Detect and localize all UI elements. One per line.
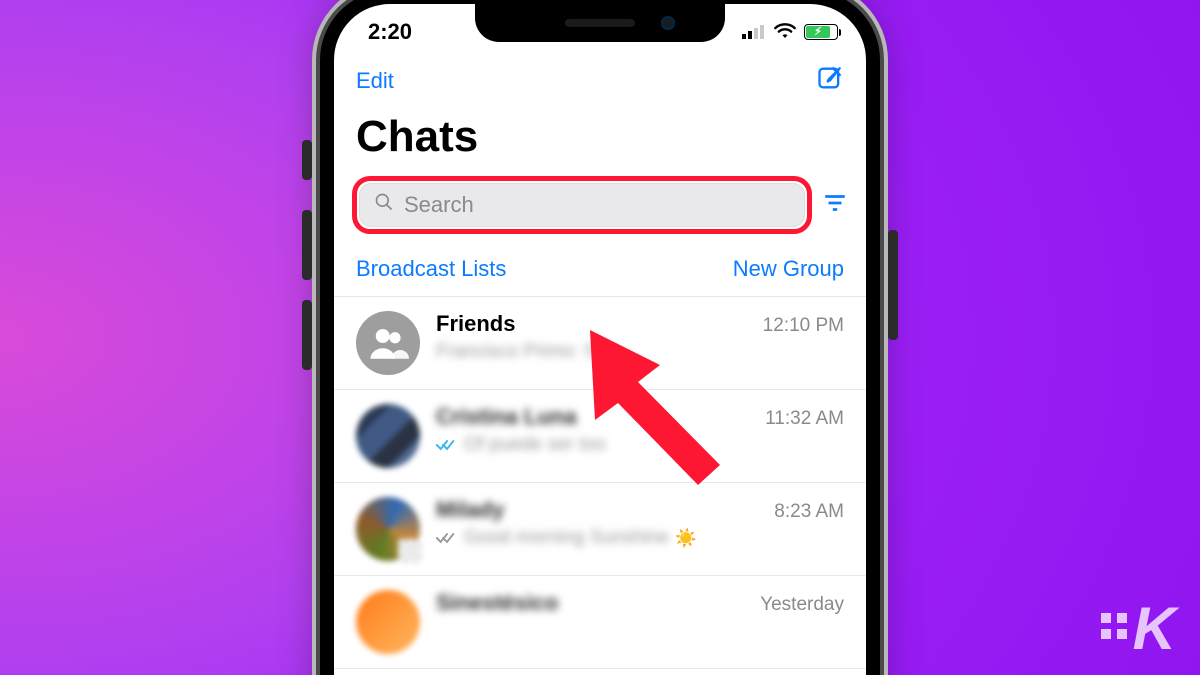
chat-row[interactable]: Sinestésico Yesterday (334, 576, 866, 669)
chat-row[interactable]: Milady 8:23 AM Good morning Sunshine ☀️ (334, 483, 866, 576)
edit-button[interactable]: Edit (356, 68, 394, 94)
watermark-dots-icon (1101, 613, 1127, 639)
filter-icon[interactable] (822, 190, 848, 221)
chat-name: Sinestésico (436, 590, 558, 616)
chat-time: 11:32 AM (765, 408, 844, 430)
chat-row[interactable]: Friends 12:10 PM Francisco Primo: Sti… (334, 297, 866, 390)
volume-down-button (302, 300, 312, 370)
mute-switch (302, 140, 312, 180)
screen-title: Chats (334, 108, 866, 176)
avatar (356, 590, 420, 654)
nav-bar: Edit (334, 50, 866, 108)
chat-name: Friends (436, 311, 515, 337)
annotation-highlight-box: Search (352, 176, 812, 234)
status-time: 2:20 (368, 19, 412, 45)
chat-content: Friends 12:10 PM Francisco Primo: Sti… (436, 311, 844, 363)
watermark-letter: K (1133, 605, 1176, 653)
chat-time: 12:10 PM (763, 315, 844, 337)
chat-preview: Good morning Sunshine (464, 527, 669, 549)
volume-up-button (302, 210, 312, 280)
new-group-button[interactable]: New Group (733, 256, 844, 282)
sub-actions: Broadcast Lists New Group (334, 248, 866, 297)
search-row: Search (334, 176, 866, 248)
phone-frame: 2:20 ⚡︎ Edit Chats Search (320, 0, 880, 675)
search-icon (374, 192, 394, 218)
chat-time: 8:23 AM (774, 501, 844, 523)
avatar-group-icon (356, 311, 420, 375)
delivered-ticks-icon (436, 531, 458, 545)
avatar (356, 497, 420, 561)
chat-content: Cristina Luna 11:32 AM Of puede ser too (436, 404, 844, 456)
chat-preview: Francisco Primo: Sti… (436, 341, 625, 363)
battery-icon: ⚡︎ (804, 24, 838, 40)
chat-name: Cristina Luna (436, 404, 577, 430)
chat-row[interactable]: Cristina Luna 11:32 AM Of puede ser too (334, 390, 866, 483)
search-placeholder: Search (404, 192, 474, 218)
power-button (888, 230, 898, 340)
chat-content: Milady 8:23 AM Good morning Sunshine ☀️ (436, 497, 844, 549)
cellular-icon (742, 19, 766, 45)
avatar (356, 404, 420, 468)
broadcast-lists-button[interactable]: Broadcast Lists (356, 256, 506, 282)
sun-emoji-icon: ☀️ (675, 528, 697, 549)
chat-time: Yesterday (760, 594, 844, 616)
chat-name: Milady (436, 497, 504, 523)
chat-content: Sinestésico Yesterday (436, 590, 844, 616)
read-ticks-icon (436, 438, 458, 452)
status-bar: 2:20 ⚡︎ (334, 4, 866, 50)
search-input[interactable]: Search (359, 183, 805, 227)
watermark: K (1101, 605, 1176, 653)
compose-icon[interactable] (816, 64, 844, 98)
chat-preview: Of puede ser too (464, 434, 606, 456)
wifi-icon (774, 19, 796, 45)
